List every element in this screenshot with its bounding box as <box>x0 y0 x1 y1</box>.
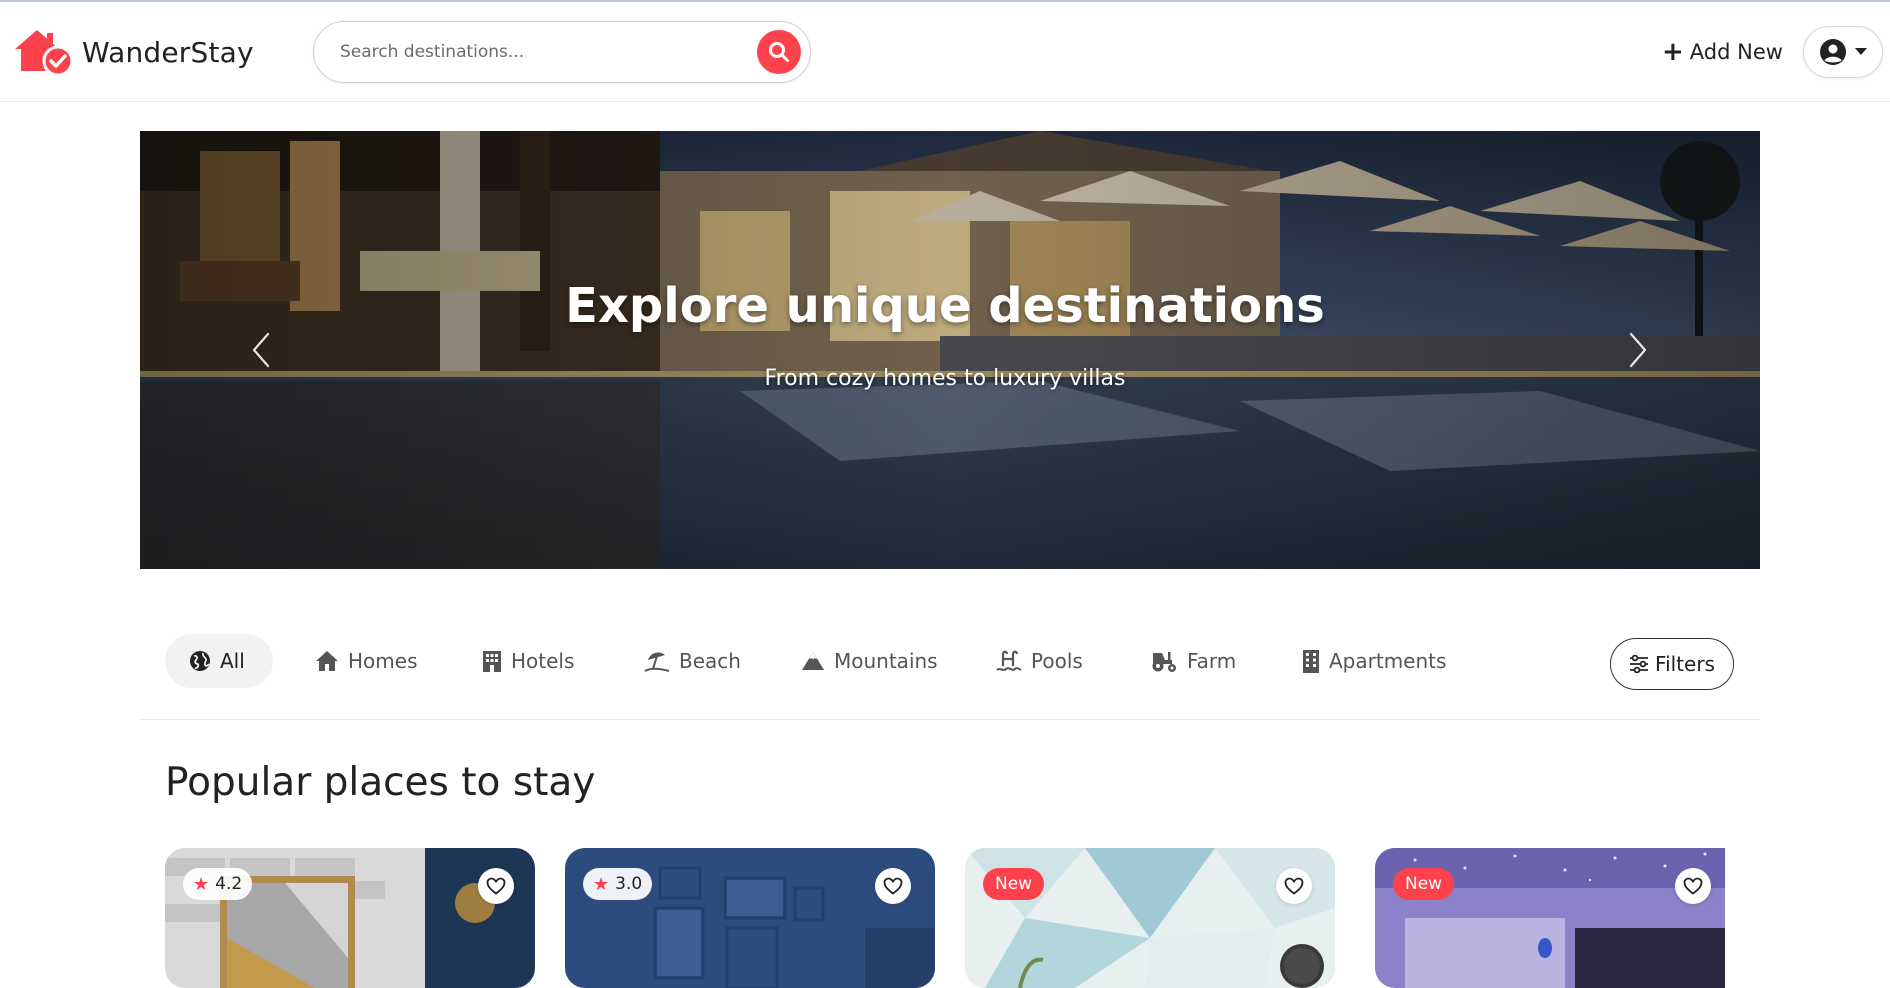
new-badge: New <box>983 868 1045 900</box>
favorite-button[interactable] <box>478 868 514 904</box>
category-label: Apartments <box>1329 649 1447 673</box>
star-icon: ★ <box>193 873 210 895</box>
category-label: All <box>220 649 245 673</box>
listing-card[interactable]: ★ 4.2 <box>165 848 535 988</box>
rating-value: 3.0 <box>615 874 643 894</box>
section-divider <box>140 719 1760 720</box>
heart-icon <box>883 877 903 895</box>
hero-subtitle: From cozy homes to luxury villas <box>764 366 1126 391</box>
heart-icon <box>1284 877 1304 895</box>
category-label: Pools <box>1031 649 1083 673</box>
new-badge-label: New <box>1405 874 1443 894</box>
user-circle-icon <box>1820 39 1846 65</box>
star-icon: ★ <box>593 873 610 895</box>
category-label: Beach <box>679 649 741 673</box>
favorite-button[interactable] <box>1675 868 1711 904</box>
search-icon <box>769 42 789 62</box>
carousel-next-button[interactable] <box>1618 328 1658 372</box>
category-label: Hotels <box>511 649 575 673</box>
category-label: Farm <box>1187 649 1237 673</box>
listing-card[interactable]: ★ 3.0 <box>565 848 935 988</box>
tractor-icon <box>1152 652 1176 672</box>
search-input[interactable] <box>340 22 740 82</box>
rating-value: 4.2 <box>215 874 243 894</box>
carousel-prev-button[interactable] <box>241 328 281 372</box>
category-pools[interactable]: Pools <box>972 634 1107 688</box>
sliders-icon <box>1630 655 1649 673</box>
hero-title: Explore unique destinations <box>565 278 1325 334</box>
listing-card[interactable]: New <box>1375 848 1745 988</box>
house-icon <box>316 651 338 671</box>
favorite-button[interactable] <box>875 868 911 904</box>
category-apartments[interactable]: Apartments <box>1278 634 1470 688</box>
heart-icon <box>1683 877 1703 895</box>
building-icon <box>483 651 501 672</box>
section-title: Popular places to stay <box>165 760 596 805</box>
apartment-icon <box>1303 650 1319 673</box>
chevron-right-icon <box>1629 332 1647 368</box>
category-label: Mountains <box>834 649 938 673</box>
mountain-icon <box>802 652 824 670</box>
category-farm[interactable]: Farm <box>1126 634 1260 688</box>
category-homes[interactable]: Homes <box>291 634 441 688</box>
globe-icon <box>190 651 210 671</box>
category-hotels[interactable]: Hotels <box>458 634 598 688</box>
plus-icon: + <box>1662 37 1684 67</box>
search-bar <box>313 21 811 83</box>
category-label: Homes <box>348 649 418 673</box>
caret-down-icon <box>1855 48 1867 55</box>
hero-carousel <box>140 131 1760 569</box>
category-mountains[interactable]: Mountains <box>777 634 962 688</box>
new-badge: New <box>1393 868 1455 900</box>
add-new-link[interactable]: + Add New <box>1662 34 1783 70</box>
brand-logo[interactable]: WanderStay <box>13 27 254 77</box>
rating-badge: ★ 3.0 <box>583 868 653 900</box>
heart-icon <box>486 877 506 895</box>
user-menu-button[interactable] <box>1803 26 1883 78</box>
pool-icon <box>996 650 1022 671</box>
umbrella-beach-icon <box>644 652 670 672</box>
brand-name: WanderStay <box>82 35 254 69</box>
add-new-label: Add New <box>1689 40 1783 64</box>
filters-label: Filters <box>1655 652 1715 676</box>
rating-badge: ★ 4.2 <box>183 868 253 900</box>
search-button[interactable] <box>757 30 801 74</box>
navbar: WanderStay + Add New <box>0 2 1890 102</box>
category-all[interactable]: All <box>165 634 273 688</box>
chevron-left-icon <box>252 332 270 368</box>
listing-card[interactable]: New <box>965 848 1335 988</box>
filters-button[interactable]: Filters <box>1610 638 1734 690</box>
hero-image <box>140 131 1760 569</box>
favorite-button[interactable] <box>1276 868 1312 904</box>
new-badge-label: New <box>995 874 1033 894</box>
house-check-icon <box>15 30 73 77</box>
category-beach[interactable]: Beach <box>620 634 765 688</box>
